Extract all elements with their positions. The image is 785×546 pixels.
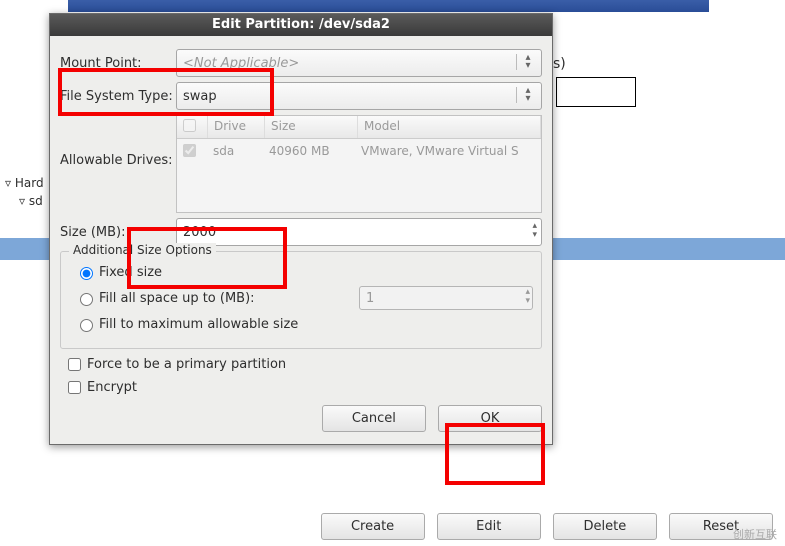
allowable-drives-label: Allowable Drives: [60, 115, 176, 168]
ok-button[interactable]: OK [438, 405, 542, 432]
bottom-toolbar: Create Edit Delete Reset [313, 513, 773, 540]
delete-button[interactable]: Delete [553, 513, 657, 540]
input-fragment[interactable] [556, 77, 636, 107]
chevron-updown-icon[interactable] [516, 54, 535, 70]
additional-size-options-fieldset: Additional Size Options Fixed size Fill … [60, 251, 542, 349]
create-button[interactable]: Create [321, 513, 425, 540]
watermark: 创新互联 [733, 526, 777, 542]
header-checkbox [183, 119, 196, 132]
dialog-titlebar[interactable]: Edit Partition: /dev/sda2 [50, 14, 552, 36]
drive-checkbox[interactable] [183, 144, 196, 157]
cell-drive: sda [207, 142, 263, 162]
mount-point-label: Mount Point: [60, 56, 176, 71]
device-tree[interactable]: ▿ Hard ▿ sd [5, 172, 44, 212]
chevron-updown-icon[interactable] [516, 87, 535, 103]
fixed-size-radio[interactable] [80, 267, 93, 280]
table-header: Drive Size Model [177, 116, 541, 139]
text-fragment: s) [553, 56, 566, 72]
table-row[interactable]: sda 40960 MB VMware, VMware Virtual S [177, 139, 541, 165]
cell-size: 40960 MB [263, 142, 355, 162]
force-primary-checkbox[interactable] [68, 358, 81, 371]
fs-type-value: swap [183, 89, 217, 104]
encrypt-checkbox[interactable] [68, 381, 81, 394]
size-input[interactable]: 2000 ▴▾ [176, 218, 542, 246]
size-label: Size (MB): [60, 225, 138, 240]
top-blue-bar [68, 0, 709, 12]
spinner-arrows-icon: ▴▾ [525, 288, 530, 306]
fieldset-legend: Additional Size Options [69, 243, 216, 257]
col-size: Size [265, 116, 358, 138]
fill-upto-value: 1 [366, 291, 374, 306]
col-model: Model [358, 116, 541, 138]
mount-point-value: <Not Applicable> [183, 56, 299, 71]
fill-max-label: Fill to maximum allowable size [99, 317, 298, 332]
force-primary-label: Force to be a primary partition [87, 357, 286, 372]
fs-type-label: File System Type: [60, 89, 176, 104]
tree-hard: Hard [15, 176, 44, 190]
edit-button[interactable]: Edit [437, 513, 541, 540]
edit-partition-dialog: Edit Partition: /dev/sda2 Mount Point: <… [49, 13, 553, 445]
fill-upto-input: 1 ▴▾ [359, 286, 533, 310]
cancel-button[interactable]: Cancel [322, 405, 426, 432]
encrypt-label: Encrypt [87, 380, 137, 395]
fs-type-combo[interactable]: swap [176, 82, 542, 110]
fill-upto-radio[interactable] [80, 293, 93, 306]
fixed-size-label: Fixed size [99, 265, 162, 280]
allowable-drives-table[interactable]: Drive Size Model sda 40960 MB VMware, VM… [176, 115, 542, 213]
fill-upto-label: Fill all space up to (MB): [99, 291, 255, 306]
col-drive: Drive [208, 116, 265, 138]
tree-sd: sd [29, 194, 43, 208]
size-value: 2000 [183, 225, 216, 240]
spinner-arrows-icon[interactable]: ▴▾ [532, 222, 537, 240]
mount-point-combo[interactable]: <Not Applicable> [176, 49, 542, 77]
cell-model: VMware, VMware Virtual S [355, 142, 541, 162]
fill-max-radio[interactable] [80, 319, 93, 332]
